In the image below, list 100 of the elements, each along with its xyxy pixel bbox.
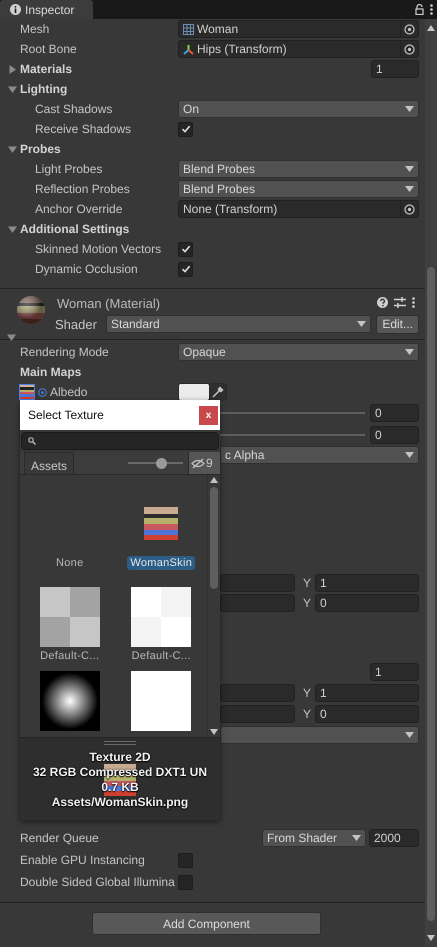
dropdown-arrow-icon	[352, 835, 361, 841]
foldout-arrow-icon[interactable]	[8, 224, 17, 234]
checkbox[interactable]	[178, 852, 193, 868]
number-field[interactable]: 0	[315, 594, 419, 612]
count-field[interactable]: 1	[371, 60, 419, 78]
number-field[interactable]: 0	[370, 426, 419, 444]
menu-icon[interactable]	[430, 4, 433, 15]
axis-label: Y	[303, 686, 312, 700]
target-icon[interactable]	[404, 204, 415, 214]
menu-icon[interactable]	[412, 297, 415, 308]
crossed-eye-icon	[191, 458, 205, 468]
shader-label: Shader	[55, 316, 98, 332]
number-field[interactable]: 2000	[369, 829, 419, 847]
property-label: Double Sided Global Illumina	[20, 875, 176, 889]
dropdown[interactable]: Blend Probes	[178, 180, 419, 198]
property-label: Root Bone	[20, 42, 78, 56]
axis-label: Y	[303, 596, 312, 610]
scroll-down-icon[interactable]	[210, 729, 218, 735]
section-header[interactable]: Lighting	[20, 82, 178, 96]
info-icon	[10, 4, 21, 15]
material-sphere-icon	[16, 295, 46, 325]
size-slider[interactable]	[128, 458, 183, 468]
close-button[interactable]: x	[199, 406, 218, 424]
eyedropper-icon[interactable]	[212, 386, 224, 398]
asset-name[interactable]: Default-C...	[37, 649, 102, 663]
number-field[interactable]	[220, 574, 295, 592]
checkbox[interactable]	[178, 262, 193, 276]
dropdown[interactable]: c Alpha	[220, 446, 419, 464]
slider-thumb[interactable]	[156, 458, 167, 468]
property-label: Anchor Override	[35, 202, 124, 216]
object-field[interactable]: Hips (Transform)	[178, 40, 419, 58]
texture-info: Assets/WomanSkin.png	[52, 795, 188, 810]
resize-handle-icon[interactable]	[104, 741, 136, 745]
number-field[interactable]: 0	[315, 705, 419, 723]
edit-button[interactable]: Edit...	[376, 314, 419, 334]
property-label: Render Queue	[20, 831, 100, 845]
asset-name[interactable]: WomanSkin	[127, 556, 196, 570]
property-label: Rendering Mode	[20, 345, 110, 359]
target-icon[interactable]	[404, 24, 415, 34]
dropdown[interactable]: Opaque	[178, 343, 419, 361]
group-heading: Main Maps	[20, 365, 82, 379]
dropdown-arrow-icon	[405, 732, 414, 738]
foldout-arrow-icon[interactable]	[7, 333, 16, 342]
lock-icon[interactable]	[415, 4, 424, 15]
number-field[interactable]	[220, 594, 295, 612]
checkbox[interactable]	[178, 874, 193, 890]
scroll-up-icon[interactable]	[427, 25, 435, 31]
checkbox[interactable]	[178, 122, 193, 136]
dropdown-arrow-icon	[405, 452, 414, 458]
checker-thumbnail	[131, 587, 192, 647]
add-component-button[interactable]: Add Component	[92, 912, 321, 935]
assets-tab[interactable]: Assets	[24, 452, 74, 474]
foldout-arrow-icon[interactable]	[8, 144, 17, 154]
scroll-down-icon[interactable]	[427, 935, 435, 941]
foldout-arrow-icon[interactable]	[8, 84, 17, 94]
hidden-count-button[interactable]: 9	[188, 452, 220, 474]
sliders-icon[interactable]	[394, 297, 406, 308]
property-label: Mesh	[20, 22, 50, 36]
property-label: Cast Shadows	[35, 102, 114, 116]
search-field[interactable]	[21, 432, 219, 450]
inspector-tab[interactable]: Inspector	[0, 0, 93, 19]
dropdown[interactable]: Blend Probes	[178, 160, 419, 178]
window-title: Select Texture	[28, 408, 104, 422]
dropdown-arrow-icon	[405, 166, 414, 172]
texture-thumbnail[interactable]	[19, 384, 35, 400]
scrollbar-thumb[interactable]	[427, 267, 435, 921]
foldout-arrow-icon[interactable]	[8, 64, 17, 74]
asset-name[interactable]: Default-C...	[128, 649, 194, 663]
color-swatch[interactable]	[178, 383, 210, 401]
number-field[interactable]: 0	[370, 404, 419, 422]
checkbox[interactable]	[178, 242, 193, 256]
axis-label: Y	[303, 707, 312, 721]
number-field[interactable]	[220, 684, 295, 702]
object-field[interactable]: None (Transform)	[178, 200, 419, 218]
number-field[interactable]: 1	[315, 574, 419, 592]
dropdown[interactable]: From Shader	[262, 829, 366, 847]
dropdown-arrow-icon	[405, 349, 414, 355]
texture-info: 32 RGB Compressed DXT1 UN	[32, 765, 208, 780]
material-title: Woman (Material)	[57, 296, 160, 311]
number-field[interactable]: 1	[315, 684, 419, 702]
scroll-up-icon[interactable]	[210, 477, 218, 483]
property-label: Albedo	[50, 385, 88, 399]
scrollbar-thumb[interactable]	[210, 487, 218, 589]
section-header[interactable]: Additional Settings	[20, 222, 178, 236]
dropdown[interactable]: On	[178, 100, 419, 118]
shader-dropdown[interactable]: Standard	[106, 315, 372, 333]
number-field[interactable]	[220, 705, 295, 723]
property-label: Enable GPU Instancing	[20, 853, 146, 867]
axes-icon	[183, 44, 194, 54]
texture-info: Texture 2D	[89, 750, 151, 765]
axis-label: Y	[303, 576, 312, 590]
blank-thumbnail	[131, 671, 192, 731]
search-icon	[28, 437, 36, 445]
section-header[interactable]: Probes	[20, 142, 178, 156]
target-icon[interactable]	[404, 44, 415, 54]
asset-name[interactable]: None	[53, 556, 86, 570]
help-icon[interactable]	[377, 297, 388, 308]
section-header[interactable]: Materials	[20, 62, 178, 76]
number-field[interactable]: 1	[370, 663, 419, 681]
object-field[interactable]: Woman	[178, 20, 419, 38]
